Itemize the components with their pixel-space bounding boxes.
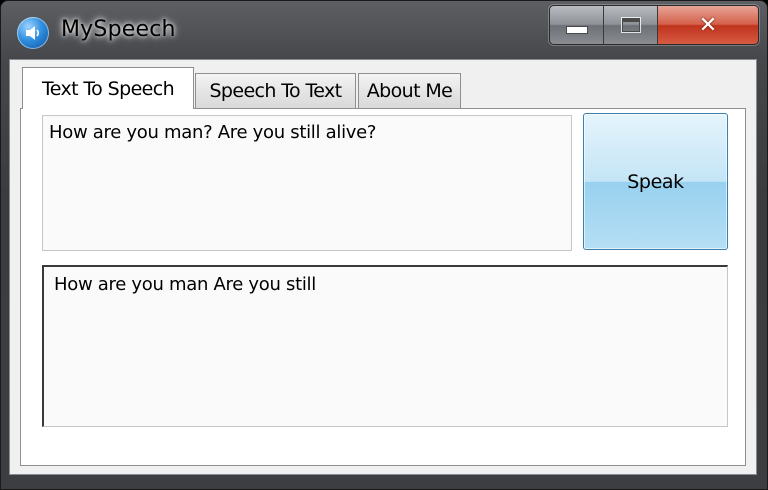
speech-input-textbox[interactable]: How are you man? Are you still alive? bbox=[42, 115, 572, 251]
title-bar[interactable]: MySpeech ✕ bbox=[1, 1, 767, 59]
client-area: Text To Speech Speech To Text About Me H… bbox=[9, 59, 757, 475]
window-title: MySpeech bbox=[61, 17, 176, 42]
caption-buttons: ✕ bbox=[549, 5, 759, 45]
text-to-speech-panel: How are you man? Are you still alive? Sp… bbox=[20, 108, 746, 466]
minimize-button[interactable] bbox=[550, 6, 604, 44]
speak-button[interactable]: Speak bbox=[583, 113, 728, 250]
close-icon: ✕ bbox=[698, 12, 718, 38]
speak-button-label: Speak bbox=[627, 170, 684, 193]
recognized-text: How are you man Are you still bbox=[54, 274, 316, 295]
tab-label: Speech To Text bbox=[209, 80, 342, 102]
recognized-text-box[interactable]: How are you man Are you still bbox=[42, 265, 728, 427]
speech-input-text: How are you man? Are you still alive? bbox=[49, 122, 377, 143]
close-button[interactable]: ✕ bbox=[658, 6, 758, 44]
tab-about-me[interactable]: About Me bbox=[358, 73, 461, 108]
maximize-button[interactable] bbox=[604, 6, 658, 44]
tab-label: About Me bbox=[366, 80, 453, 102]
main-window: MySpeech ✕ Text To Speech Speech To Text… bbox=[0, 0, 768, 490]
speaker-icon bbox=[17, 17, 49, 49]
tab-text-to-speech[interactable]: Text To Speech bbox=[22, 67, 194, 109]
tab-speech-to-text[interactable]: Speech To Text bbox=[195, 73, 356, 108]
maximize-icon bbox=[620, 17, 641, 33]
minimize-icon bbox=[565, 26, 588, 34]
tab-label: Text To Speech bbox=[41, 77, 175, 100]
